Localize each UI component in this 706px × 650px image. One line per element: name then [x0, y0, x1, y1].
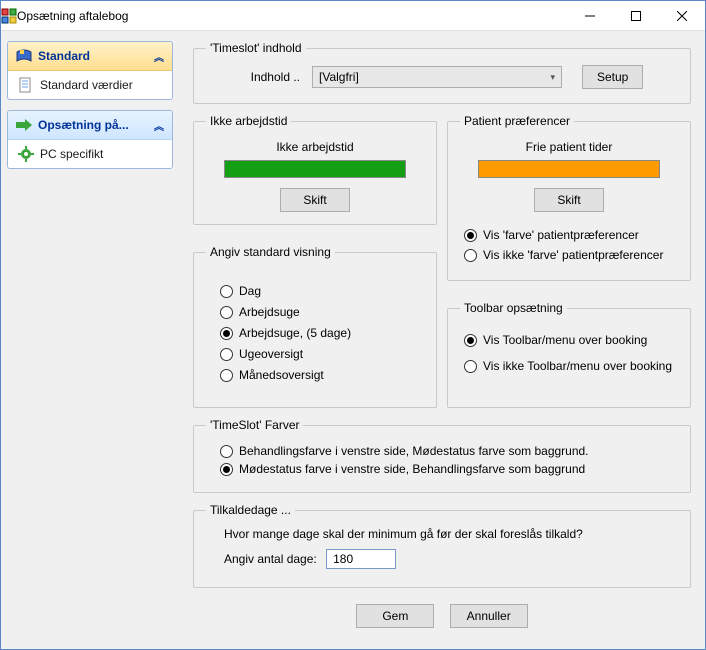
sidebar-group-setup: Opsætning på... ︽ PC specifikt: [7, 110, 173, 169]
default-view-option[interactable]: Ugeoversigt: [220, 347, 424, 361]
default-view-legend: Angiv standard visning: [206, 245, 335, 259]
default-view-option[interactable]: Dag: [220, 284, 424, 298]
radio-label: Vis ikke Toolbar/menu over booking: [483, 359, 672, 373]
radio-label: Vis ikke 'farve' patientpræferencer: [483, 248, 663, 262]
radio-label: Arbejdsuge, (5 dage): [239, 326, 351, 340]
chevron-up-icon: ︽: [154, 118, 164, 133]
toolbar-opt2[interactable]: Vis ikke Toolbar/menu over booking: [464, 359, 674, 373]
timeslot-content-selected: [Valgfri]: [319, 70, 359, 84]
radio-label: Ugeoversigt: [239, 347, 303, 361]
sidebar-group-standard-header[interactable]: Standard ︽: [8, 42, 172, 71]
patient-pref-group: Patient præferencer Frie patient tider S…: [447, 114, 691, 281]
arrow-right-icon: [16, 117, 32, 133]
radio-icon: [464, 334, 477, 347]
toolbar-group: Toolbar opsætning Vis Toolbar/menu over …: [447, 301, 691, 408]
sidebar-item-pc-specific[interactable]: PC specifikt: [8, 140, 172, 168]
timeslot-content-group: 'Timeslot' indhold Indhold .. [Valgfri] …: [193, 41, 691, 104]
radio-icon: [220, 463, 233, 476]
default-view-option[interactable]: Månedsoversigt: [220, 368, 424, 382]
window-close-button[interactable]: [659, 1, 705, 30]
recall-days-group: Tilkaldedage ... Hvor mange dage skal de…: [193, 503, 691, 588]
radio-icon: [220, 445, 233, 458]
nonwork-label: Ikke arbejdstid: [206, 136, 424, 154]
chevron-up-icon: ︽: [154, 49, 164, 64]
window-maximize-button[interactable]: [613, 1, 659, 30]
radio-icon: [220, 369, 233, 382]
titlebar: Opsætning aftalebog: [1, 1, 705, 31]
sidebar-group-standard-title: Standard: [38, 49, 90, 63]
timeslot-content-select[interactable]: [Valgfri] ▾: [312, 66, 562, 88]
patient-pref-color-swatch: [478, 160, 660, 178]
radio-icon: [220, 327, 233, 340]
gear-icon: [18, 146, 34, 162]
nonwork-color-swatch: [224, 160, 406, 178]
radio-icon: [220, 285, 233, 298]
toolbar-opt1[interactable]: Vis Toolbar/menu over booking: [464, 333, 674, 347]
timeslot-colors-legend: 'TimeSlot' Farver: [206, 418, 303, 432]
radio-label: Dag: [239, 284, 261, 298]
sidebar: Standard ︽ Standard værdier Opsætning på…: [1, 31, 179, 649]
nonwork-change-button[interactable]: Skift: [280, 188, 350, 212]
save-button[interactable]: Gem: [356, 604, 434, 628]
app-icon: [1, 8, 17, 24]
cancel-button[interactable]: Annuller: [450, 604, 528, 628]
patient-pref-label: Frie patient tider: [460, 136, 678, 154]
radio-icon: [220, 306, 233, 319]
radio-label: Mødestatus farve i venstre side, Behandl…: [239, 462, 585, 476]
sidebar-item-label: PC specifikt: [40, 147, 103, 161]
timeslot-content-legend: 'Timeslot' indhold: [206, 41, 306, 55]
sidebar-group-standard: Standard ︽ Standard værdier: [7, 41, 173, 100]
radio-label: Arbejdsuge: [239, 305, 300, 319]
default-view-option[interactable]: Arbejdsuge: [220, 305, 424, 319]
patient-pref-change-button[interactable]: Skift: [534, 188, 604, 212]
radio-icon: [464, 249, 477, 262]
radio-icon: [220, 348, 233, 361]
radio-label: Behandlingsfarve i venstre side, Mødesta…: [239, 444, 589, 458]
window-minimize-button[interactable]: [567, 1, 613, 30]
radio-label: Vis 'farve' patientpræferencer: [483, 228, 639, 242]
recall-days-legend: Tilkaldedage ...: [206, 503, 295, 517]
app-window: Opsætning aftalebog Standard ︽ Standard …: [0, 0, 706, 650]
sidebar-item-standard-values[interactable]: Standard værdier: [8, 71, 172, 99]
colors-opt2[interactable]: Mødestatus farve i venstre side, Behandl…: [220, 462, 678, 476]
default-view-option[interactable]: Arbejdsuge, (5 dage): [220, 326, 424, 340]
book-icon: [16, 48, 32, 64]
recall-input-label: Angiv antal dage:: [224, 552, 317, 566]
window-title: Opsætning aftalebog: [17, 9, 567, 23]
document-icon: [18, 77, 34, 93]
radio-icon: [464, 360, 477, 373]
timeslot-content-label: Indhold ..: [220, 70, 300, 84]
sidebar-group-setup-header[interactable]: Opsætning på... ︽: [8, 111, 172, 140]
radio-label: Månedsoversigt: [239, 368, 324, 382]
recall-question: Hvor mange dage skal der minimum gå før …: [224, 527, 674, 541]
colors-opt1[interactable]: Behandlingsfarve i venstre side, Mødesta…: [220, 444, 678, 458]
timeslot-setup-button[interactable]: Setup: [582, 65, 643, 89]
timeslot-colors-group: 'TimeSlot' Farver Behandlingsfarve i ven…: [193, 418, 691, 493]
patient-pref-opt2[interactable]: Vis ikke 'farve' patientpræferencer: [464, 248, 674, 262]
radio-label: Vis Toolbar/menu over booking: [483, 333, 647, 347]
nonwork-legend: Ikke arbejdstid: [206, 114, 291, 128]
recall-days-input[interactable]: 180: [326, 549, 396, 569]
patient-pref-legend: Patient præferencer: [460, 114, 574, 128]
sidebar-group-setup-title: Opsætning på...: [38, 118, 129, 132]
sidebar-item-label: Standard værdier: [40, 78, 133, 92]
main-content: 'Timeslot' indhold Indhold .. [Valgfri] …: [179, 31, 705, 649]
nonwork-group: Ikke arbejdstid Ikke arbejdstid Skift: [193, 114, 437, 225]
toolbar-legend: Toolbar opsætning: [460, 301, 567, 315]
patient-pref-opt1[interactable]: Vis 'farve' patientpræferencer: [464, 228, 674, 242]
chevron-down-icon: ▾: [550, 72, 555, 83]
default-view-group: Angiv standard visning Dag Arbejdsuge Arbe…: [193, 245, 437, 408]
radio-icon: [464, 229, 477, 242]
